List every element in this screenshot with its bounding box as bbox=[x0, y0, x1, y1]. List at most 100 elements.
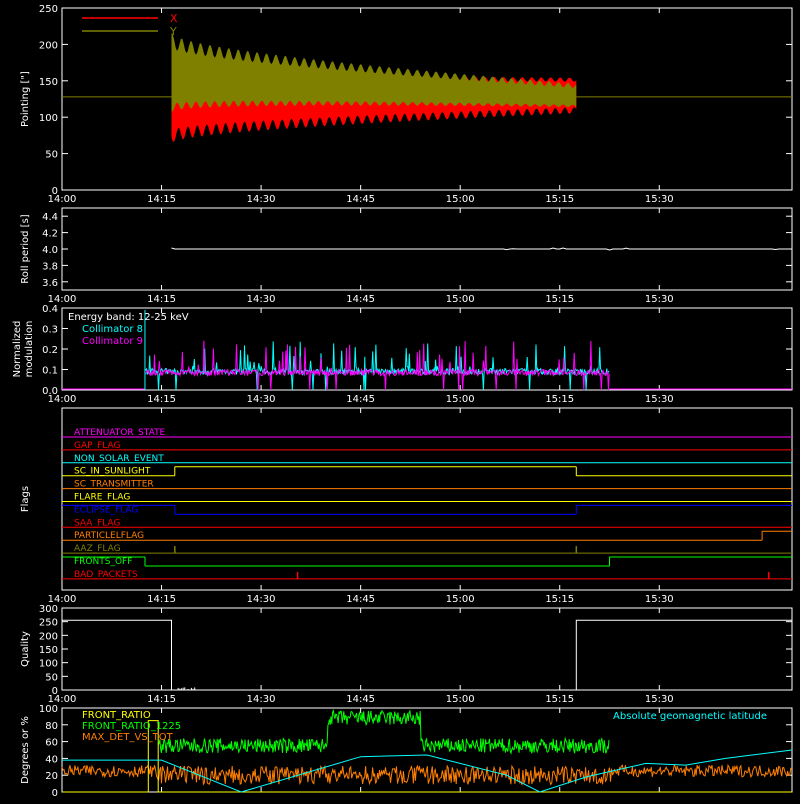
time-tick-label: 15:15 bbox=[545, 594, 574, 605]
flag-line-fronts-off bbox=[62, 556, 792, 567]
y-tick-label: 60 bbox=[45, 738, 58, 749]
flag-label: ATTENUATOR_STATE bbox=[74, 428, 166, 438]
time-tick-label: 14:15 bbox=[147, 194, 176, 205]
flag-label: GAP_FLAG bbox=[74, 441, 120, 451]
flag-label: FRONTS_OFF bbox=[74, 557, 132, 567]
pointing-band-y bbox=[171, 33, 577, 112]
flag-label: AAZ_FLAG bbox=[74, 544, 121, 554]
time-tick-label: 14:15 bbox=[147, 694, 176, 705]
panel-frame-flags bbox=[61, 407, 793, 591]
time-tick-label: 14:45 bbox=[346, 594, 375, 605]
y-tick-label: 250 bbox=[39, 618, 58, 629]
y-tick-label: 4.4 bbox=[42, 212, 58, 223]
time-tick-label: 14:30 bbox=[247, 594, 276, 605]
legend-label-collimator: Collimator 8 bbox=[82, 324, 143, 335]
y-axis-label: modulation bbox=[24, 321, 35, 378]
y-axis-label: Roll period [s] bbox=[20, 214, 31, 283]
time-tick-label: 15:00 bbox=[446, 394, 475, 405]
time-tick-label: 14:15 bbox=[147, 294, 176, 305]
flag-label: BAD_PACKETS bbox=[74, 570, 138, 580]
time-tick-label: 14:45 bbox=[346, 694, 375, 705]
y-axis-label: Quality bbox=[20, 631, 31, 667]
y-tick-label: 0.1 bbox=[42, 366, 58, 377]
time-tick-label: 15:15 bbox=[545, 294, 574, 305]
legend-label-ratio: FRONT_RATIO_1225 bbox=[82, 721, 181, 732]
y-tick-label: 80 bbox=[45, 721, 58, 732]
flag-label: PARTICLELFLAG bbox=[74, 531, 144, 541]
time-tick-label: 15:30 bbox=[645, 594, 674, 605]
series-front-ratio-1225 bbox=[158, 709, 610, 755]
flag-label: SC_TRANSMITTER bbox=[74, 480, 154, 490]
y-tick-label: 200 bbox=[39, 40, 58, 51]
legend-label-y: Y bbox=[169, 25, 177, 38]
y-axis-label: Normalized bbox=[12, 321, 23, 378]
time-tick-label: 15:30 bbox=[645, 194, 674, 205]
time-tick-label: 15:15 bbox=[545, 694, 574, 705]
y-tick-label: 0.3 bbox=[42, 325, 58, 336]
flag-line-particlelflag bbox=[62, 530, 792, 541]
y-axis-label: Degrees or % bbox=[20, 716, 31, 784]
legend-label-ratio: MAX_DET_VS_TOT bbox=[82, 732, 174, 743]
time-tick-label: 15:15 bbox=[545, 194, 574, 205]
y-tick-label: 100 bbox=[39, 659, 58, 670]
y-tick-label: 150 bbox=[39, 645, 58, 656]
y-axis-label: Flags bbox=[20, 486, 31, 512]
roll-period-line bbox=[171, 247, 792, 251]
legend-label-ratio: FRONT_RATIO bbox=[82, 710, 151, 721]
time-tick-label: 15:30 bbox=[645, 294, 674, 305]
legend-label-latitude: Absolute geomagnetic latitude bbox=[613, 711, 767, 722]
legend-label-collimator: Collimator 9 bbox=[82, 336, 143, 347]
y-tick-label: 50 bbox=[45, 150, 58, 161]
y-tick-label: 4.0 bbox=[42, 245, 58, 256]
y-tick-label: 50 bbox=[45, 672, 58, 683]
time-tick-label: 15:30 bbox=[645, 394, 674, 405]
flag-line-eclipse-flag bbox=[62, 504, 792, 515]
time-tick-label: 14:30 bbox=[247, 194, 276, 205]
quality-line bbox=[62, 619, 792, 691]
time-tick-label: 14:30 bbox=[247, 694, 276, 705]
plot-canvas: 14:00 14:15 14:30 14:45 15:00 15:15 15:30Point… bbox=[12, 4, 793, 799]
y-axis-label: Pointing ["] bbox=[20, 71, 31, 127]
time-tick-label: 14:45 bbox=[346, 394, 375, 405]
time-tick-label: 15:00 bbox=[446, 194, 475, 205]
series-max-det-vs-tot bbox=[61, 763, 793, 787]
y-tick-label: 0.4 bbox=[42, 304, 58, 315]
y-tick-label: 0.2 bbox=[42, 345, 58, 356]
time-tick-label: 14:45 bbox=[346, 294, 375, 305]
flag-label: FLARE_FLAG bbox=[74, 493, 130, 503]
time-tick-label: 15:00 bbox=[446, 294, 475, 305]
flag-line-sc-in-sunlight bbox=[62, 466, 792, 477]
flag-label: SC_IN_SUNLIGHT bbox=[74, 467, 151, 477]
y-tick-label: 0 bbox=[52, 186, 58, 197]
rhessi-summary-plot: 14:00 14:15 14:30 14:45 15:00 15:15 15:30 Point… bbox=[0, 0, 800, 800]
flag-label: SAA_FLAG bbox=[74, 518, 120, 528]
y-tick-label: 0 bbox=[52, 686, 58, 697]
y-tick-label: 250 bbox=[39, 4, 58, 15]
y-tick-label: 300 bbox=[39, 604, 58, 615]
series-geomagnetic-latitude bbox=[62, 749, 793, 793]
y-tick-label: 0.0 bbox=[42, 386, 58, 397]
y-tick-label: 150 bbox=[39, 77, 58, 88]
time-tick-label: 14:15 bbox=[147, 594, 176, 605]
time-tick-label: 14:15 bbox=[147, 394, 176, 405]
flag-label: ECLIPSE_FLAG bbox=[74, 505, 138, 515]
y-tick-label: 4.2 bbox=[42, 229, 58, 240]
y-tick-label: 40 bbox=[45, 754, 58, 765]
y-tick-label: 3.8 bbox=[42, 261, 58, 272]
time-tick-label: 14:30 bbox=[247, 394, 276, 405]
y-tick-label: 100 bbox=[39, 113, 58, 124]
modulation-line-9 bbox=[144, 340, 610, 391]
y-tick-label: 0 bbox=[52, 788, 58, 799]
flag-label: NON_SOLAR_EVENT bbox=[74, 454, 164, 464]
modulation-line-8 bbox=[144, 341, 610, 391]
y-tick-label: 20 bbox=[45, 771, 58, 782]
time-tick-label: 15:00 bbox=[446, 594, 475, 605]
time-tick-label: 15:00 bbox=[446, 694, 475, 705]
time-tick-label: 14:45 bbox=[346, 194, 375, 205]
y-tick-label: 100 bbox=[39, 704, 58, 715]
y-tick-label: 200 bbox=[39, 631, 58, 642]
energy-band-label: Energy band: 12-25 keV bbox=[68, 312, 189, 323]
time-tick-label: 15:15 bbox=[545, 394, 574, 405]
time-tick-label: 14:30 bbox=[247, 294, 276, 305]
legend-label-x: X bbox=[170, 12, 178, 25]
